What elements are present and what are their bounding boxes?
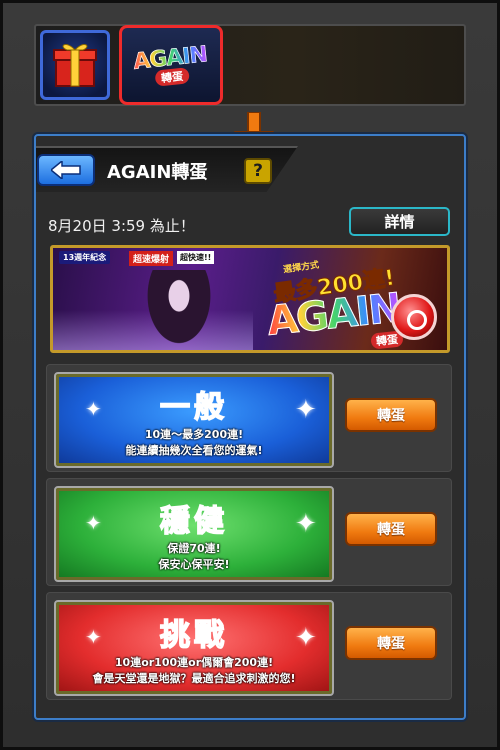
option-desc-line2: 能連續抽幾次全看您的運氣! bbox=[125, 444, 263, 457]
gacha-button-normal[interactable]: 轉蛋 bbox=[345, 398, 437, 432]
gacha-button-challenge[interactable]: 轉蛋 bbox=[345, 626, 437, 660]
option-card-normal[interactable]: ✦ ✦ 一般 10連～最多200連! 能連續抽幾次全看您的運氣! bbox=[54, 372, 334, 468]
tab-gift[interactable] bbox=[40, 30, 110, 100]
sparkle-icon: ✦ bbox=[85, 397, 102, 421]
deadline-text: 8月20日 3:59 為止！ bbox=[48, 217, 195, 235]
sparkle-icon: ✦ bbox=[295, 509, 317, 539]
banner-character bbox=[139, 270, 219, 350]
option-card-challenge[interactable]: ✦ ✦ 挑戰 10連or100連or偶爾會200連! 會是天堂還是地獄？最適合追… bbox=[54, 600, 334, 696]
back-arrow-icon bbox=[51, 161, 81, 179]
back-button[interactable] bbox=[37, 154, 95, 186]
gacha-button-steady[interactable]: 轉蛋 bbox=[345, 512, 437, 546]
help-button[interactable]: ? bbox=[244, 158, 272, 184]
option-desc-line1: 10連～最多200連! bbox=[144, 428, 244, 441]
tab-again-gacha[interactable]: AGAIN 轉蛋 bbox=[119, 25, 223, 105]
banner-tag-anniversary: 13週年紀念 bbox=[59, 251, 111, 264]
sparkle-icon: ✦ bbox=[295, 395, 317, 425]
sparkle-icon: ✦ bbox=[85, 625, 102, 649]
gacha-orb-icon bbox=[391, 294, 437, 340]
sparkle-icon: ✦ bbox=[85, 511, 102, 535]
again-logo: AGAIN 轉蛋 bbox=[132, 41, 209, 88]
option-desc-line2: 會是天堂還是地獄？最適合追求刺激的您! bbox=[92, 672, 296, 685]
details-button[interactable]: 詳情 bbox=[349, 207, 450, 236]
option-title: 挑戰 bbox=[159, 617, 228, 654]
sparkle-icon: ✦ bbox=[295, 623, 317, 653]
again-logo-sub: 轉蛋 bbox=[154, 66, 190, 87]
page-title: AGAIN轉蛋 bbox=[107, 162, 208, 183]
option-desc-line1: 10連or100連or偶爾會200連! bbox=[114, 656, 274, 669]
banner-tag-fast: 超快速!! bbox=[177, 251, 215, 264]
option-desc-line2: 保安心保平安! bbox=[158, 558, 230, 571]
option-desc-line1: 保證70連! bbox=[167, 542, 221, 555]
option-card-steady[interactable]: ✦ ✦ 穩健 保證70連! 保安心保平安! bbox=[54, 486, 334, 582]
gift-box-icon bbox=[53, 44, 97, 87]
option-title: 穩健 bbox=[159, 503, 228, 540]
option-title: 一般 bbox=[159, 389, 228, 426]
banner-tag-ultimate: 超速爆射 bbox=[129, 251, 174, 266]
event-banner[interactable]: 13週年紀念 超速爆射 超快速!! 選擇方式 最多200連! AGAIN 轉蛋 bbox=[50, 245, 450, 353]
